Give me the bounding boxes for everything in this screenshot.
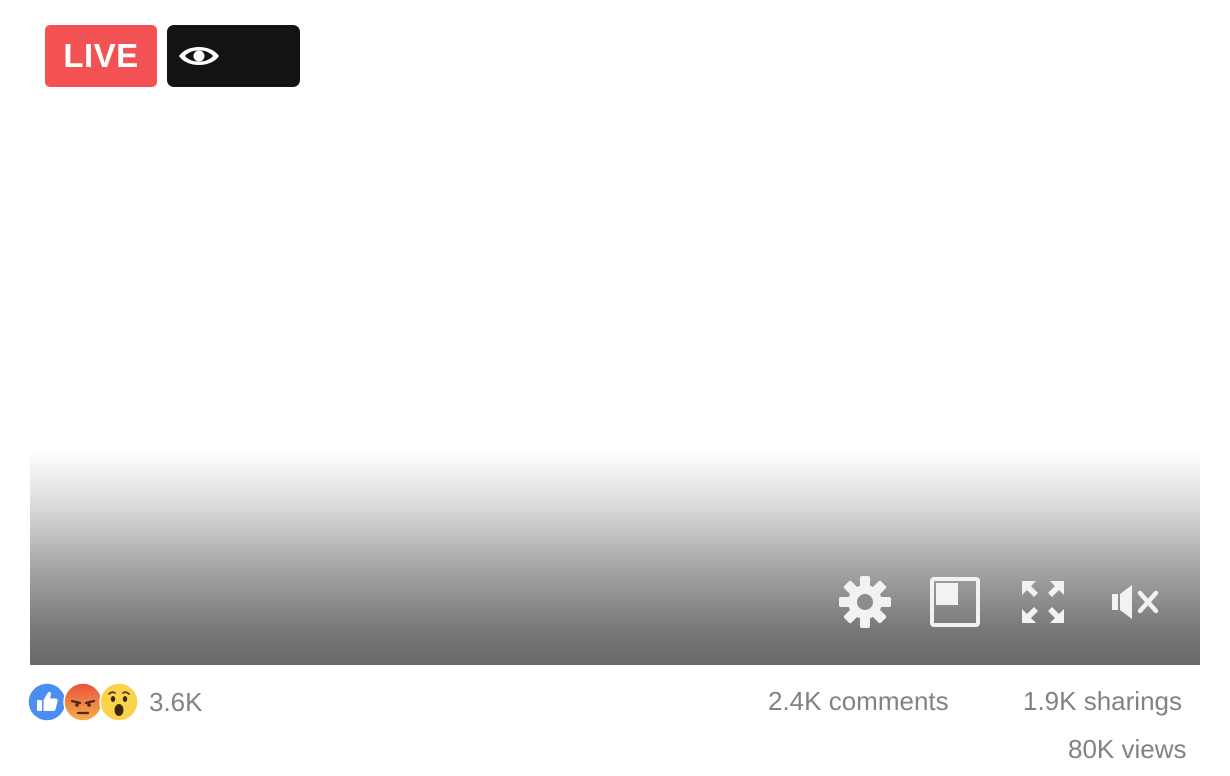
gear-icon — [839, 576, 891, 628]
fullscreen-button[interactable] — [1014, 573, 1072, 631]
viewer-count-badge — [167, 25, 300, 87]
video-player[interactable] — [30, 0, 1200, 665]
live-video-post: LIVE 3.6K 2.4K comments 1.9K sharings 80… — [0, 0, 1230, 776]
controls-gradient-overlay — [30, 450, 1200, 665]
mute-button[interactable] — [1106, 573, 1164, 631]
expand-icon — [1022, 581, 1064, 623]
eye-icon — [179, 47, 219, 65]
views-count: 80K views — [1068, 734, 1187, 764]
settings-button[interactable] — [836, 573, 894, 631]
live-badge: LIVE — [45, 25, 157, 87]
pip-icon — [930, 577, 980, 627]
sharings-count-link[interactable]: 1.9K sharings — [1023, 686, 1182, 717]
speaker-muted-icon — [1112, 585, 1159, 619]
like-icon — [27, 682, 67, 722]
reactions-summary[interactable]: 3.6K — [27, 681, 203, 723]
picture-in-picture-button[interactable] — [926, 573, 984, 631]
angry-icon — [63, 682, 103, 722]
wow-icon — [99, 682, 139, 722]
comments-count-link[interactable]: 2.4K comments — [768, 686, 949, 717]
reaction-count: 3.6K — [149, 686, 203, 717]
